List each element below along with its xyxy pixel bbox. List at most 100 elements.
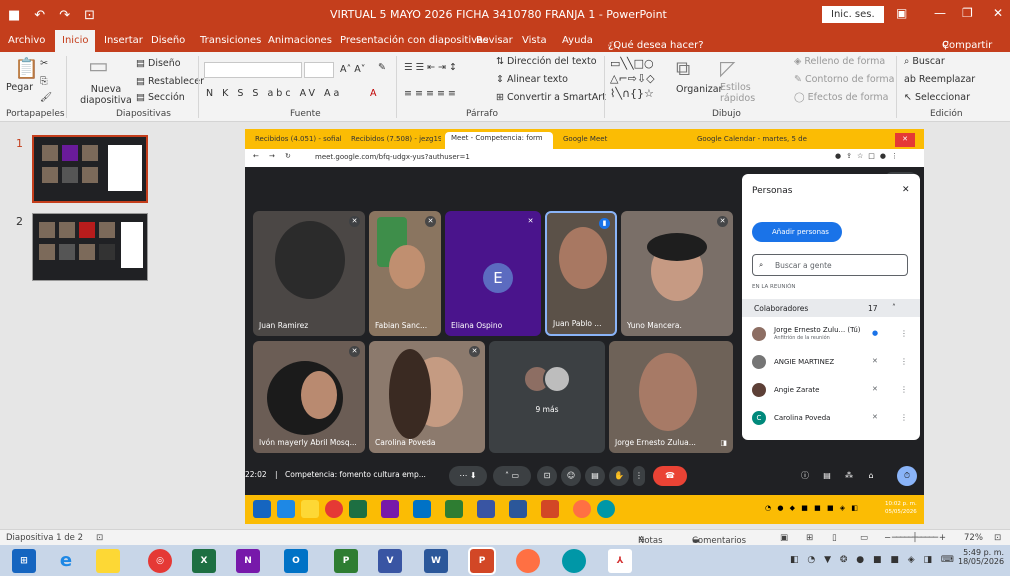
undo-icon[interactable]: ↶ <box>34 8 45 23</box>
browser-close-icon[interactable]: ✕ <box>895 133 915 147</box>
system-clock[interactable]: 5:49 p. m. 18/05/2026 <box>958 548 1004 566</box>
raise-hand-icon[interactable]: ✋ <box>609 466 629 486</box>
kebab-icon[interactable]: ⋮ <box>900 357 908 366</box>
tab-ayuda[interactable]: Ayuda <box>562 35 593 46</box>
layout-button[interactable]: ▤ Diseño <box>136 58 181 69</box>
close-icon[interactable]: ✕ <box>993 6 1003 20</box>
accessibility-icon[interactable]: ⊡ <box>96 533 103 543</box>
more-icon[interactable]: ⋮ <box>633 466 645 486</box>
outlook-icon[interactable]: O <box>284 549 308 573</box>
kebab-icon[interactable]: ⋮ <box>900 329 908 338</box>
align-icons[interactable]: ≡ ≡ ≡ ≡ ≡ <box>404 88 456 99</box>
visio-icon[interactable]: V <box>378 549 402 573</box>
font-size-select[interactable] <box>304 62 334 78</box>
zoom-level[interactable]: 72% <box>964 533 983 543</box>
ie-icon[interactable]: e <box>54 549 78 573</box>
signin-button[interactable]: Inic. ses. <box>822 6 884 23</box>
minimize-icon[interactable]: — <box>934 6 946 20</box>
new-slide-button[interactable]: Nueva diapositiva <box>80 84 132 106</box>
shape-effects-button[interactable]: ◯ Efectos de forma <box>794 92 888 103</box>
font-grow-icon[interactable]: A˄ A˅ <box>340 64 366 75</box>
participant-row[interactable]: Jorge Ernesto Zulu... (Tú) Anfitrión de … <box>752 324 912 346</box>
present-icon[interactable]: ▤ <box>585 466 605 486</box>
windows-start-icon[interactable]: ⊞ <box>12 549 36 573</box>
info-icon[interactable]: ⓘ <box>795 466 815 486</box>
video-tile[interactable]: ✕ Fabian Sanc... <box>369 211 441 336</box>
tab-presentacion[interactable]: Presentación con diapositivas <box>340 35 488 46</box>
collaborators-header[interactable]: Colaboradores 17 ˄ <box>742 299 920 317</box>
presenter-icon[interactable]: ⊡ <box>84 8 95 23</box>
maximize-icon[interactable]: ❐ <box>962 6 973 20</box>
new-slide-icon[interactable]: ▭ <box>88 54 109 79</box>
tab-revisar[interactable]: Revisar <box>476 35 513 46</box>
video-tile[interactable]: ✕ Yuno Mancera. <box>621 211 733 336</box>
shape-outline-button[interactable]: ✎ Contorno de forma <box>794 74 894 85</box>
powerpoint-icon[interactable]: P <box>468 547 496 575</box>
browser-tab[interactable]: Recibidos (7.508) - jezg1971@ <box>345 133 441 147</box>
bullets-icon[interactable]: ☰ ☰ ⇤ ⇥ ↕ <box>404 62 457 73</box>
chat-icon[interactable]: ▤ <box>817 466 837 486</box>
smartart-button[interactable]: ⊞ Convertir a SmartArt <box>496 92 606 103</box>
arrange-button[interactable]: Organizar <box>676 84 722 95</box>
tab-animaciones[interactable]: Animaciones <box>268 35 332 46</box>
close-panel-icon[interactable]: ✕ <box>902 185 910 195</box>
copy-icon[interactable]: ⎘ <box>40 76 48 87</box>
format-painter-icon[interactable]: 🖌 <box>40 92 52 103</box>
font-color-icon[interactable]: A <box>370 88 377 99</box>
normal-view-icon[interactable]: ▣ <box>780 533 788 543</box>
browser-actions-icons[interactable]: ●⇪☆□●⋮ <box>835 152 903 160</box>
search-people-input[interactable]: ⌕ Buscar a gente <box>752 254 908 276</box>
section-button[interactable]: ▤ Sección <box>136 92 185 103</box>
video-tile[interactable]: E ✕ Eliana Ospino <box>445 211 541 336</box>
video-tile[interactable]: Jorge Ernesto Zulua... ◨ <box>609 341 733 453</box>
video-tile[interactable]: ✕ Juan Ramirez <box>253 211 365 336</box>
arrange-icon[interactable]: ⧉ <box>676 56 690 80</box>
tab-vista[interactable]: Vista <box>522 35 547 46</box>
align-text-button[interactable]: ⇕ Alinear texto <box>496 74 568 85</box>
shapes-gallery[interactable]: ▭╲╲□○ △⌐⇨⇩◇ ⌇╲∩{}☆ <box>610 56 655 101</box>
word-icon[interactable]: W <box>424 549 448 573</box>
firefox-icon[interactable] <box>516 549 540 573</box>
select-button[interactable]: ↖ Seleccionar <box>904 92 970 103</box>
text-direction-button[interactable]: ⇅ Dirección del texto <box>496 56 597 67</box>
file-explorer-icon[interactable] <box>96 549 120 573</box>
browser-tab[interactable]: Recibidos (4.051) - sofiakillacla <box>249 133 341 147</box>
browser-tab-active[interactable]: Meet - Competencia: form <box>445 132 553 149</box>
more-participants-tile[interactable]: 9 más <box>489 341 605 453</box>
reset-button[interactable]: ▤ Restablecer <box>136 76 204 87</box>
project-icon[interactable]: P <box>334 549 358 573</box>
participant-row[interactable]: Angie Zarate ✕ ⋮ <box>752 380 912 402</box>
slide-sorter-icon[interactable]: ⊞ <box>806 533 813 543</box>
quick-styles-icon[interactable]: ◸ <box>720 56 735 80</box>
emoji-icon[interactable]: ☺ <box>561 466 581 486</box>
slideshow-icon[interactable]: ▭ <box>860 533 868 543</box>
cut-icon[interactable]: ✂ <box>40 58 48 69</box>
tab-inicio[interactable]: Inicio <box>55 30 96 52</box>
paste-button[interactable]: Pegar <box>6 82 33 93</box>
reading-view-icon[interactable]: ▯ <box>832 533 837 543</box>
slide-thumbnail-1[interactable] <box>32 135 148 203</box>
redo-icon[interactable]: ↷ <box>59 8 70 23</box>
video-tile[interactable]: ▮ Juan Pablo ... <box>545 211 617 336</box>
tab-insertar[interactable]: Insertar <box>104 35 143 46</box>
host-controls-icon[interactable]: ⏱ <box>897 466 917 486</box>
kebab-icon[interactable]: ⋮ <box>900 385 908 394</box>
edge-icon[interactable] <box>562 549 586 573</box>
save-icon[interactable]: ■ <box>8 8 20 23</box>
acrobat-icon[interactable]: ⅄ <box>608 549 632 573</box>
mic-button[interactable]: ⋯ ⬇ <box>449 466 487 486</box>
captions-icon[interactable]: ⊡ <box>537 466 557 486</box>
replace-button[interactable]: ab Reemplazar <box>904 74 975 85</box>
find-button[interactable]: ⌕ Buscar <box>904 56 945 67</box>
lock-icon[interactable]: ⌂ <box>861 466 881 486</box>
browser-tab[interactable]: Google Calendar - martes, 5 de <box>691 133 821 147</box>
font-style-buttons[interactable]: N K S S abc AV Aa <box>206 88 342 99</box>
participant-row[interactable]: ANGIE MARTINEZ ✕ ⋮ <box>752 352 912 374</box>
activities-icon[interactable]: ⁂ <box>839 466 859 486</box>
chrome-icon[interactable]: ◎ <box>148 549 172 573</box>
paste-icon[interactable]: 📋 <box>14 56 39 80</box>
slide-thumbnail-2[interactable] <box>32 213 148 281</box>
back-icon[interactable]: ← <box>253 152 259 160</box>
excel-icon[interactable]: X <box>192 549 216 573</box>
quick-styles-button[interactable]: Estilos rápidos <box>720 82 756 104</box>
